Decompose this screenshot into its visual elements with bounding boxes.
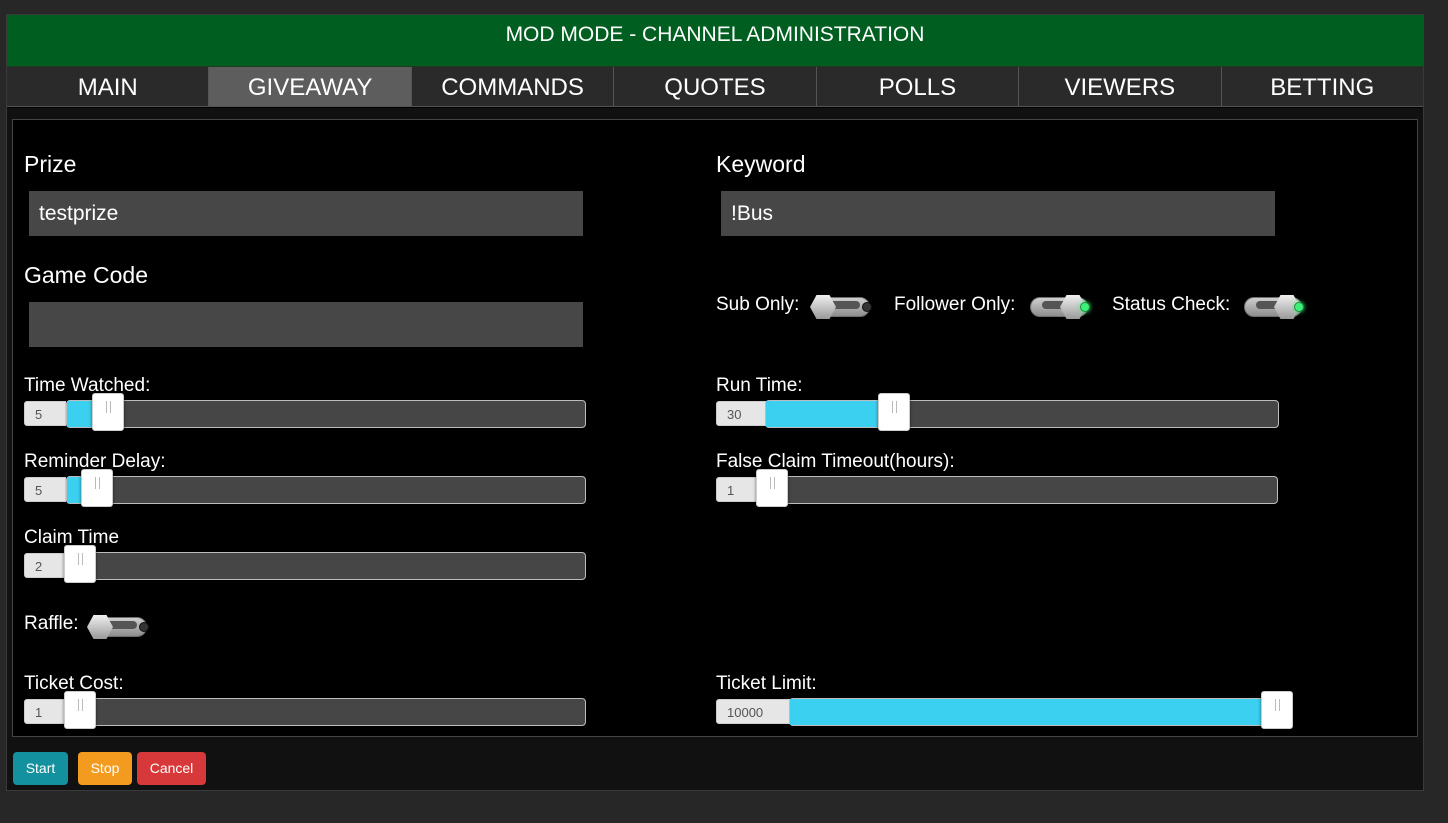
stop-button[interactable]: Stop <box>78 752 132 785</box>
mod-mode-window: MOD MODE - CHANNEL ADMINISTRATION MAIN G… <box>6 14 1424 791</box>
tab-bar: MAIN GIVEAWAY COMMANDS QUOTES POLLS VIEW… <box>7 67 1423 108</box>
time-watched-value[interactable]: 5 <box>24 401 66 426</box>
tab-viewers[interactable]: VIEWERS <box>1019 67 1222 107</box>
run-time-handle[interactable] <box>877 393 910 431</box>
status-check-label: Status Check: <box>1112 294 1231 315</box>
raffle-label: Raffle: <box>24 613 79 634</box>
follower-only-toggle[interactable] <box>1028 294 1094 320</box>
ticket-limit-label: Ticket Limit: <box>716 673 817 694</box>
cancel-button[interactable]: Cancel <box>137 752 206 785</box>
giveaway-panel: Prize Game Code Time Watched: 5 Reminder… <box>12 119 1418 737</box>
ticket-cost-slider[interactable]: 1 <box>24 691 586 729</box>
tab-giveaway[interactable]: GIVEAWAY <box>209 67 412 107</box>
sub-only-label: Sub Only: <box>716 294 800 315</box>
ticket-limit-handle[interactable] <box>1261 691 1293 729</box>
tab-betting[interactable]: BETTING <box>1221 67 1423 107</box>
start-button[interactable]: Start <box>13 752 68 785</box>
time-watched-handle[interactable] <box>91 393 124 431</box>
false-claim-timeout-handle[interactable] <box>756 469 788 507</box>
false-claim-timeout-value[interactable]: 1 <box>716 477 758 502</box>
ticket-limit-slider[interactable]: 10000 <box>716 691 1300 729</box>
keyword-label: Keyword <box>716 151 806 177</box>
tab-polls[interactable]: POLLS <box>816 67 1020 107</box>
sub-only-toggle[interactable] <box>810 294 876 320</box>
tab-main[interactable]: MAIN <box>7 67 210 107</box>
ticket-limit-value[interactable]: 10000 <box>716 699 790 724</box>
ticket-cost-value[interactable]: 1 <box>24 699 66 724</box>
reminder-delay-handle[interactable] <box>81 469 114 507</box>
time-watched-slider[interactable]: 5 <box>24 393 586 431</box>
reminder-delay-value[interactable]: 5 <box>24 477 66 502</box>
status-check-toggle[interactable] <box>1242 294 1308 320</box>
run-time-value[interactable]: 30 <box>716 401 766 426</box>
false-claim-timeout-label: False Claim Timeout(hours): <box>716 451 955 472</box>
claim-time-handle[interactable] <box>64 545 96 583</box>
follower-only-label: Follower Only: <box>894 294 1016 315</box>
prize-input[interactable] <box>29 191 583 236</box>
tab-commands[interactable]: COMMANDS <box>411 67 615 107</box>
tab-quotes[interactable]: QUOTES <box>614 67 817 107</box>
claim-time-value[interactable]: 2 <box>24 553 66 578</box>
page-title: MOD MODE - CHANNEL ADMINISTRATION <box>7 15 1423 67</box>
raffle-toggle[interactable] <box>87 614 153 640</box>
ticket-cost-handle[interactable] <box>64 691 96 729</box>
reminder-delay-slider[interactable]: 5 <box>24 469 586 507</box>
keyword-input[interactable] <box>721 191 1275 236</box>
claim-time-slider[interactable]: 2 <box>24 545 586 583</box>
false-claim-timeout-slider[interactable]: 1 <box>716 469 1278 507</box>
time-watched-label: Time Watched: <box>24 375 151 396</box>
run-time-slider[interactable]: 30 <box>716 393 1279 431</box>
run-time-label: Run Time: <box>716 375 803 396</box>
game-code-input[interactable] <box>29 302 583 347</box>
game-code-label: Game Code <box>24 262 149 288</box>
prize-label: Prize <box>24 151 77 177</box>
